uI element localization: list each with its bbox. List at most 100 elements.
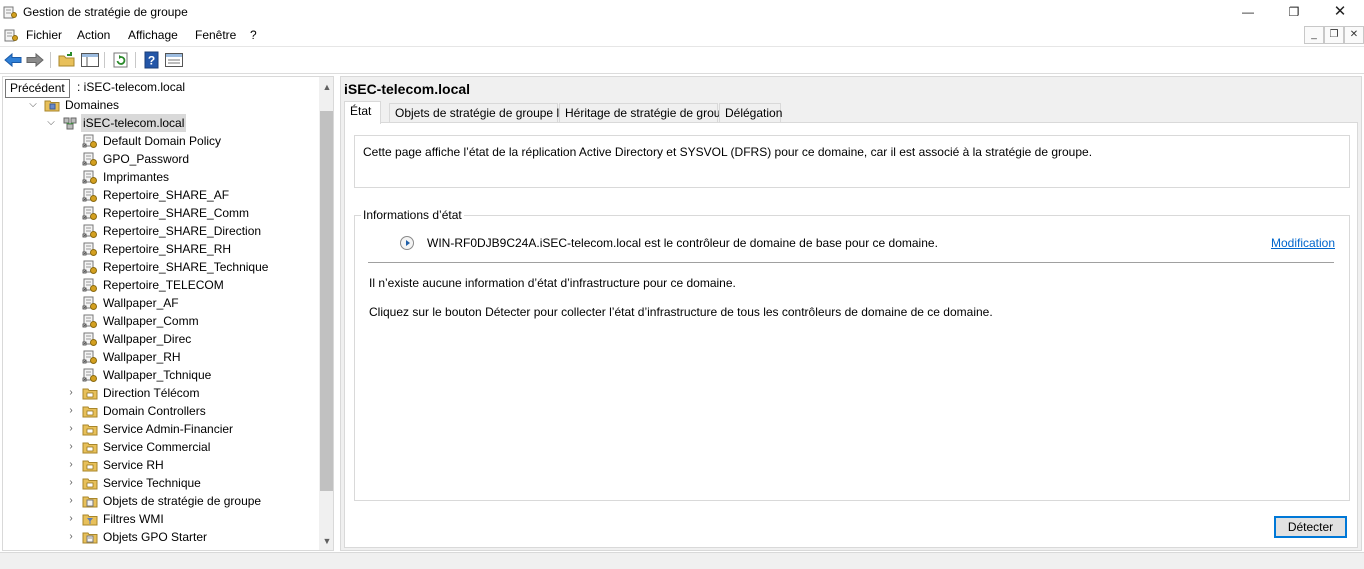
tree-item-label: Domain Controllers [103,404,206,418]
tree-item-gpo-link[interactable]: Default Domain Policy [3,132,319,150]
menu-fenetre[interactable]: Fenêtre [195,28,236,42]
tree-item-gpo-link[interactable]: Repertoire_SHARE_Technique [3,258,319,276]
gpo-link-icon [82,152,97,166]
gpmc-app-icon [3,6,17,19]
pane-title: iSEC-telecom.local [344,81,471,97]
tree-item-label: Objets GPO Starter [103,530,208,544]
navigation-tree[interactable]: : iSEC-telecom.local ⌵ Domaines ⌵ iSEC-t… [2,76,334,551]
chevron-right-icon[interactable]: › [65,474,77,492]
tree-item-container[interactable]: › Filtres WMI [3,510,319,528]
detect-button[interactable]: Détecter [1274,516,1347,538]
ou-folder-icon [82,406,98,418]
chevron-right-icon[interactable]: › [65,384,77,402]
tab-etat[interactable]: État [344,101,381,124]
starter-gpo-icon [82,532,98,544]
chevron-right-icon[interactable]: › [65,420,77,438]
minimize-button[interactable]: — [1225,0,1271,24]
tree-item-gpo-link[interactable]: Repertoire_SHARE_Comm [3,204,319,222]
refresh-icon[interactable] [111,51,131,69]
tree-item-gpo-link[interactable]: Imprimantes [3,168,319,186]
document-icon[interactable] [4,28,18,42]
tree-item-domain[interactable]: ⌵ iSEC-telecom.local [3,114,319,132]
forward-arrow-icon[interactable] [25,51,45,69]
modification-link[interactable]: Modification [1271,236,1335,250]
tree-item-gpo-link[interactable]: Wallpaper_Direc [3,330,319,348]
scroll-down-arrow-icon[interactable]: ▼ [319,533,333,549]
chevron-right-icon[interactable]: › [65,438,77,456]
tree-item-label: Domaines [65,98,120,112]
tree-item-label: Objets de stratégie de groupe [103,494,262,508]
tree-item-ou[interactable]: › Service Technique [3,474,319,492]
tree-item-label: Repertoire_SHARE_RH [103,242,232,256]
menu-action[interactable]: Action [77,28,110,42]
chevron-right-icon[interactable]: › [65,528,77,546]
tree-item-ou[interactable]: › Direction Télécom [3,384,319,402]
wmi-filter-icon [82,514,98,526]
tree-item-ou[interactable]: › Service RH [3,456,319,474]
up-folder-icon[interactable] [57,51,77,69]
tree-item-label: Repertoire_SHARE_Technique [103,260,269,274]
tree-item-label: Service Admin-Financier [103,422,234,436]
gpo-link-icon [82,314,97,328]
close-button[interactable]: ✕ [1317,0,1363,24]
tree-item-gpo-link[interactable]: Wallpaper_RH [3,348,319,366]
gpo-link-icon [82,296,97,310]
mdi-minimize-button[interactable]: _ [1304,26,1324,44]
dc-status-text: WIN-RF0DJB9C24A.iSEC-telecom.local est l… [427,236,938,250]
chevron-right-icon[interactable]: › [65,510,77,528]
tree-item-label: GPO_Password [103,152,190,166]
status-bar [0,552,1364,569]
tree-scrollbar[interactable]: ▲ ▼ [319,77,333,550]
scrollbar-thumb[interactable] [320,111,333,491]
instruction-text: Cliquez sur le bouton Détecter pour coll… [369,305,993,319]
mdi-close-button[interactable]: ✕ [1344,26,1364,44]
tree-item-gpo-link[interactable]: Repertoire_SHARE_RH [3,240,319,258]
menu-help[interactable]: ? [250,28,257,42]
tab-heritage[interactable]: Héritage de stratégie de groupe [559,103,734,123]
expand-arrow-icon[interactable] [400,236,414,250]
tree-item-gpo-link[interactable]: GPO_Password [3,150,319,168]
tree-item-label: Wallpaper_RH [103,350,181,364]
tree-item-label: Wallpaper_Direc [103,332,192,346]
tree-item-container[interactable]: › Objets de stratégie de groupe [3,492,319,510]
tree-item-domaines[interactable]: ⌵ Domaines [3,96,319,114]
tree-item-label: Wallpaper_Tchnique [103,368,212,382]
mdi-restore-button[interactable]: ❐ [1324,26,1344,44]
gpo-link-icon [82,206,97,220]
tree-item-label: Repertoire_SHARE_Direction [103,224,262,238]
tree-item-ou[interactable]: › Service Admin-Financier [3,420,319,438]
status-group: Informations d’état WIN-RF0DJB9C24A.iSEC… [354,208,1350,501]
scroll-up-arrow-icon[interactable]: ▲ [319,79,333,95]
tree-item-ou[interactable]: › Domain Controllers [3,402,319,420]
chevron-right-icon[interactable]: › [65,492,77,510]
properties-icon[interactable] [164,51,184,69]
tree-item-gpo-link[interactable]: Wallpaper_Comm [3,312,319,330]
tree-item-gpo-link[interactable]: Repertoire_SHARE_AF [3,186,319,204]
menu-affichage[interactable]: Affichage [128,28,178,42]
tree-item-gpo-link[interactable]: Repertoire_SHARE_Direction [3,222,319,240]
tree-item-label: : iSEC-telecom.local [77,80,186,94]
tab-gpo-lies[interactable]: Objets de stratégie de groupe liés [389,103,574,123]
tree-item-label: Default Domain Policy [103,134,222,148]
dc-status-row: WIN-RF0DJB9C24A.iSEC-telecom.local est l… [400,234,1335,254]
tab-delegation[interactable]: Délégation [719,103,782,123]
show-hide-tree-icon[interactable] [80,51,100,69]
chevron-down-icon[interactable]: ⌵ [27,96,39,114]
back-arrow-icon[interactable] [3,51,23,69]
tree-item-label: Wallpaper_Comm [103,314,199,328]
no-info-text: Il n’existe aucune information d’état d’… [369,276,736,290]
menu-fichier[interactable]: Fichier [26,28,62,42]
tree-item-container[interactable]: › Objets GPO Starter [3,528,319,546]
tooltip-precedent: Précédent [5,79,70,98]
tree-item-label: Repertoire_TELECOM [103,278,224,292]
chevron-down-icon[interactable]: ⌵ [45,114,57,132]
maximize-button[interactable]: ❐ [1271,0,1317,24]
tree-item-ou[interactable]: › Service Commercial [3,438,319,456]
tree-item-gpo-link[interactable]: Wallpaper_AF [3,294,319,312]
tree-item-label: iSEC-telecom.local [81,114,187,132]
tree-item-gpo-link[interactable]: Repertoire_TELECOM [3,276,319,294]
chevron-right-icon[interactable]: › [65,402,77,420]
help-icon[interactable]: ? [142,51,162,69]
chevron-right-icon[interactable]: › [65,456,77,474]
tree-item-gpo-link[interactable]: Wallpaper_Tchnique [3,366,319,384]
